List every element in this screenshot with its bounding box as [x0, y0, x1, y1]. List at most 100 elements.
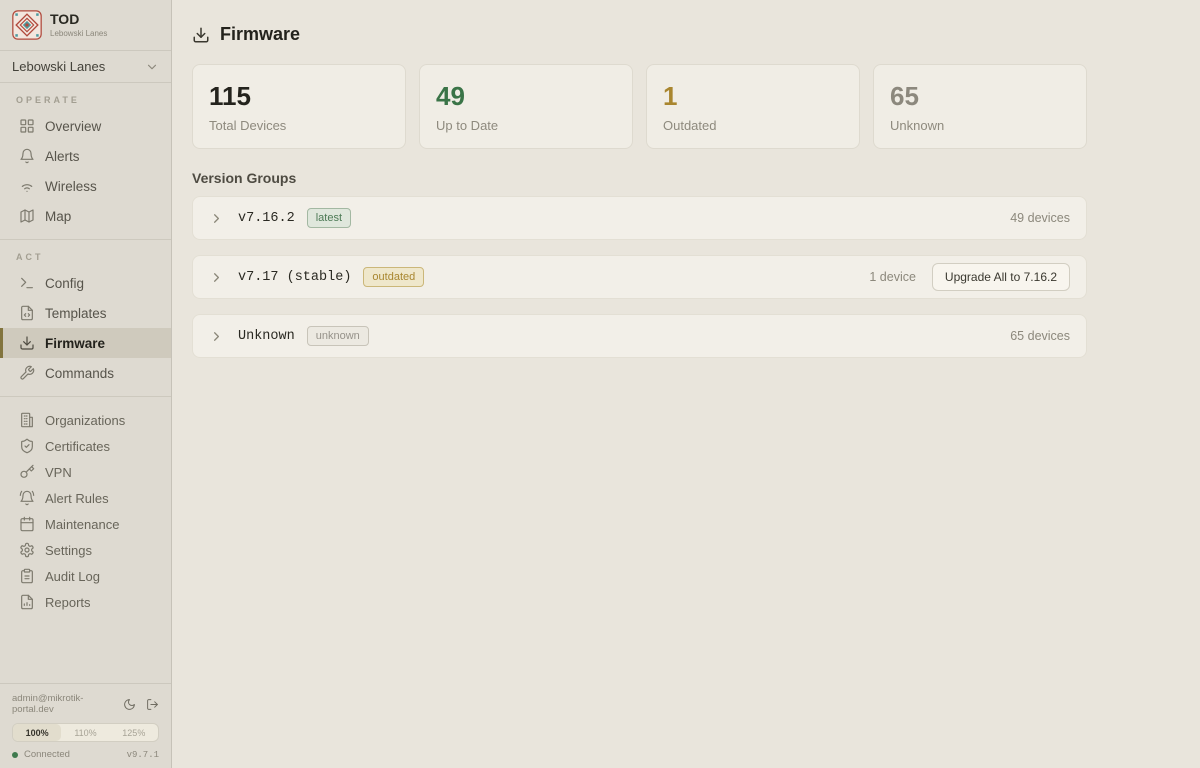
sidebar-item-label: Alerts: [45, 149, 80, 164]
sidebar-item-wireless[interactable]: Wireless: [0, 171, 171, 201]
calendar-icon: [19, 516, 35, 532]
status-badge: unknown: [307, 326, 369, 346]
stat-value: 49: [436, 82, 616, 111]
connection-status-row: Connected v9.7.1: [12, 749, 159, 760]
sidebar-item-label: VPN: [45, 465, 72, 480]
logout-icon[interactable]: [146, 698, 159, 711]
sidebar-item-label: Settings: [45, 543, 92, 558]
version-group-row-v7-17-stable[interactable]: v7.17 (stable) outdated 1 device Upgrade…: [192, 255, 1087, 299]
sidebar-item-firmware[interactable]: Firmware: [0, 328, 171, 358]
sidebar-item-label: Commands: [45, 366, 114, 381]
stat-value: 65: [890, 82, 1070, 111]
stat-label: Up to Date: [436, 118, 616, 133]
brand: TOD Lebowski Lanes: [0, 0, 171, 51]
download-icon: [192, 26, 210, 44]
sidebar-item-vpn[interactable]: VPN: [0, 459, 171, 485]
brand-text: TOD Lebowski Lanes: [50, 12, 107, 38]
chevron-right-icon[interactable]: [209, 329, 224, 344]
stat-value: 115: [209, 82, 389, 111]
sidebar-item-map[interactable]: Map: [0, 201, 171, 231]
version-groups-heading: Version Groups: [192, 170, 1087, 186]
stat-card-outdated: 1 Outdated: [646, 64, 860, 149]
sidebar-item-config[interactable]: Config: [0, 268, 171, 298]
sidebar-item-label: Overview: [45, 119, 101, 134]
sidebar-item-alerts[interactable]: Alerts: [0, 141, 171, 171]
map-icon: [19, 208, 35, 224]
device-count: 1 device: [869, 270, 916, 284]
terminal-icon: [19, 275, 35, 291]
stat-label: Total Devices: [209, 118, 389, 133]
sidebar-item-label: Maintenance: [45, 517, 119, 532]
sidebar-item-alert-rules[interactable]: Alert Rules: [0, 485, 171, 511]
sidebar: TOD Lebowski Lanes Lebowski Lanes OPERAT…: [0, 0, 172, 768]
report-icon: [19, 594, 35, 610]
stat-card-unknown: 65 Unknown: [873, 64, 1087, 149]
chevron-right-icon[interactable]: [209, 270, 224, 285]
sidebar-item-label: Audit Log: [45, 569, 100, 584]
version-label: v7.17 (stable): [238, 270, 351, 285]
sidebar-item-label: Organizations: [45, 413, 125, 428]
status-dot: [12, 752, 18, 758]
sidebar-item-settings[interactable]: Settings: [0, 537, 171, 563]
zoom-option-100[interactable]: 100%: [13, 724, 61, 741]
sidebar-admin-group: Organizations Certificates VPN Alert Rul…: [0, 407, 171, 615]
zoom-control: 100% 110% 125%: [12, 723, 159, 742]
sidebar-item-organizations[interactable]: Organizations: [0, 407, 171, 433]
upgrade-all-button[interactable]: Upgrade All to 7.16.2: [932, 263, 1070, 291]
version-group-row-v7-16-2[interactable]: v7.16.2 latest 49 devices: [192, 196, 1087, 240]
section-label-act: ACT: [0, 240, 171, 268]
sidebar-item-label: Wireless: [45, 179, 97, 194]
org-selector-value: Lebowski Lanes: [12, 59, 105, 74]
version-label: v7.16.2: [238, 211, 295, 226]
moon-icon[interactable]: [123, 698, 136, 711]
section-label-operate: OPERATE: [0, 83, 171, 111]
sidebar-item-templates[interactable]: Templates: [0, 298, 171, 328]
sidebar-item-label: Templates: [45, 306, 107, 321]
version-group-row-unknown[interactable]: Unknown unknown 65 devices: [192, 314, 1087, 358]
sidebar-item-label: Reports: [45, 595, 91, 610]
main-content: Firmware 115 Total Devices 49 Up to Date…: [172, 0, 1200, 768]
sidebar-item-label: Firmware: [45, 336, 105, 351]
chevron-down-icon: [145, 60, 159, 74]
page-title: Firmware: [220, 24, 300, 45]
brand-name: TOD: [50, 12, 107, 27]
sidebar-item-maintenance[interactable]: Maintenance: [0, 511, 171, 537]
sidebar-item-label: Certificates: [45, 439, 110, 454]
user-email: admin@mikrotik-portal.dev: [12, 693, 123, 715]
chevron-right-icon[interactable]: [209, 211, 224, 226]
stat-value: 1: [663, 82, 843, 111]
stat-label: Outdated: [663, 118, 843, 133]
bell-ring-icon: [19, 490, 35, 506]
brand-subtitle: Lebowski Lanes: [50, 29, 107, 38]
zoom-option-110[interactable]: 110%: [61, 724, 109, 741]
sidebar-footer: admin@mikrotik-portal.dev 100% 110% 125%…: [0, 683, 171, 768]
connection-status: Connected: [24, 749, 70, 760]
download-icon: [19, 335, 35, 351]
device-count: 65 devices: [1010, 329, 1070, 343]
sidebar-item-label: Map: [45, 209, 71, 224]
status-badge: outdated: [363, 267, 424, 287]
sidebar-item-reports[interactable]: Reports: [0, 589, 171, 615]
version-label: Unknown: [238, 329, 295, 344]
sidebar-item-overview[interactable]: Overview: [0, 111, 171, 141]
org-selector[interactable]: Lebowski Lanes: [0, 51, 171, 83]
shield-check-icon: [19, 438, 35, 454]
stat-card-total-devices: 115 Total Devices: [192, 64, 406, 149]
sidebar-item-audit-log[interactable]: Audit Log: [0, 563, 171, 589]
sidebar-item-certificates[interactable]: Certificates: [0, 433, 171, 459]
building-icon: [19, 412, 35, 428]
status-badge: latest: [307, 208, 351, 228]
clipboard-icon: [19, 568, 35, 584]
sidebar-item-commands[interactable]: Commands: [0, 358, 171, 388]
page-header: Firmware: [192, 24, 1087, 45]
wrench-icon: [19, 365, 35, 381]
gear-icon: [19, 542, 35, 558]
rug-motif-icon: [12, 10, 42, 40]
zoom-option-125[interactable]: 125%: [110, 724, 158, 741]
grid-icon: [19, 118, 35, 134]
device-count: 49 devices: [1010, 211, 1070, 225]
stat-label: Unknown: [890, 118, 1070, 133]
stat-card-up-to-date: 49 Up to Date: [419, 64, 633, 149]
bell-icon: [19, 148, 35, 164]
sidebar-item-label: Config: [45, 276, 84, 291]
